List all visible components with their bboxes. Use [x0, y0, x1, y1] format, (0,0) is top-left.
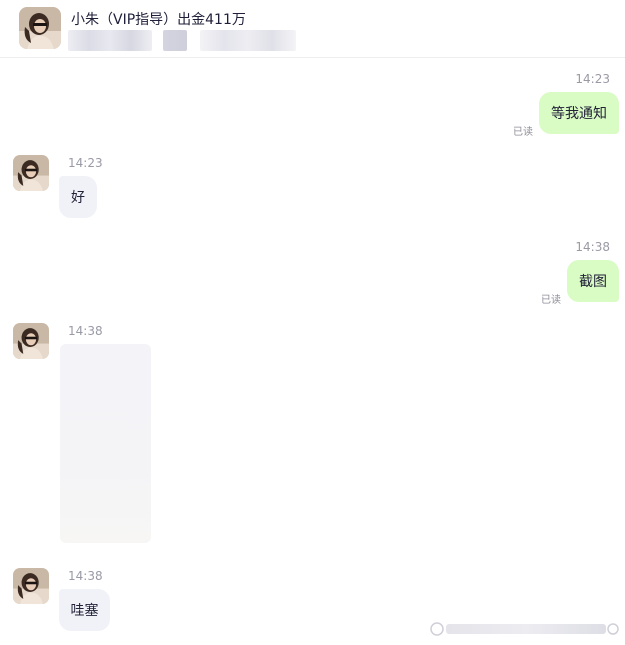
redacted-subtitle — [163, 30, 187, 51]
chat-header: 小朱（VIP指导）出金411万 — [0, 0, 625, 58]
profile-photo-icon — [13, 155, 49, 191]
profile-photo-icon — [19, 7, 61, 49]
redacted-subtitle — [200, 30, 296, 51]
message-timestamp: 14:38 — [575, 240, 610, 254]
sender-avatar[interactable] — [13, 568, 49, 604]
chat-window: 小朱（VIP指导）出金411万 14:23 已读 等我通知 14:23 好 14… — [0, 0, 625, 645]
message-timestamp: 14:38 — [68, 324, 103, 338]
contact-avatar[interactable] — [19, 7, 61, 49]
outgoing-message-bubble[interactable]: 等我通知 — [539, 92, 619, 134]
watermark-logo — [430, 622, 619, 636]
message-timestamp: 14:23 — [575, 72, 610, 86]
read-receipt: 已读 — [541, 295, 561, 306]
read-receipt: 已读 — [513, 127, 533, 138]
message-timestamp: 14:23 — [68, 156, 103, 170]
redacted-subtitle — [68, 30, 152, 51]
incoming-message-bubble[interactable]: 哇塞 — [59, 589, 110, 631]
incoming-message-bubble[interactable]: 好 — [59, 176, 97, 218]
sender-avatar[interactable] — [13, 155, 49, 191]
outgoing-message-bubble[interactable]: 截图 — [567, 260, 619, 302]
profile-photo-icon — [13, 323, 49, 359]
sender-avatar[interactable] — [13, 323, 49, 359]
chat-title: 小朱（VIP指导）出金411万 — [71, 12, 246, 28]
message-timestamp: 14:38 — [68, 569, 103, 583]
image-message[interactable] — [60, 344, 151, 543]
profile-photo-icon — [13, 568, 49, 604]
